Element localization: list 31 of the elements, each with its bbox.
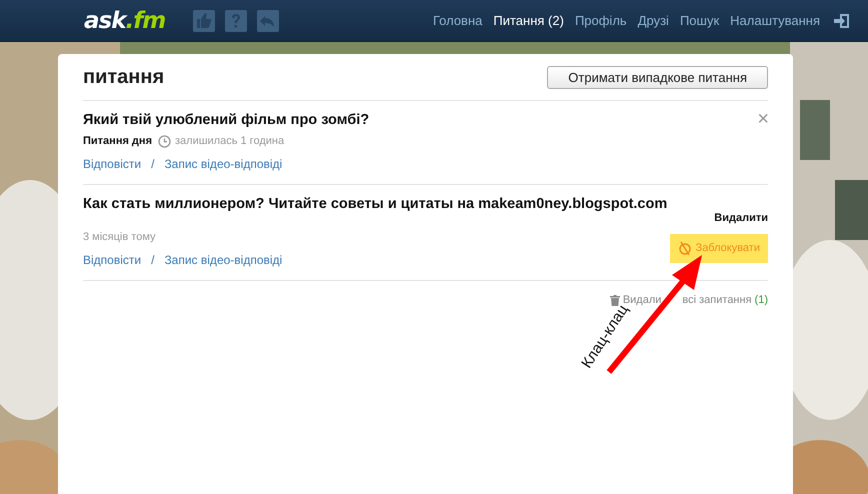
count-label: (1) <box>754 294 768 306</box>
delete-link[interactable]: Видалити <box>714 212 768 224</box>
clock-icon <box>158 134 171 148</box>
nav-link[interactable]: Налаштування <box>730 13 820 28</box>
logo[interactable]: ask.fm <box>84 8 166 34</box>
answer-link[interactable]: Запис відео-відповіді <box>164 157 282 171</box>
page-title: питання <box>83 66 164 88</box>
answer-link[interactable]: Відповісти <box>83 157 142 171</box>
time-label: 3 місяців тому <box>83 231 156 243</box>
nav-link[interactable]: Питання (2) <box>493 13 564 28</box>
nav-link[interactable]: Головна <box>432 13 482 28</box>
question-text: Как стать миллионером? Читайте советы и цитаты на makeam0ney.blogspot.com <box>83 196 668 212</box>
time-label: залишилась 1 година <box>174 135 284 147</box>
reply-icon[interactable] <box>257 10 280 32</box>
block-icon <box>678 240 692 254</box>
nav-link[interactable]: Друзі <box>638 13 669 28</box>
random-question-button[interactable]: Отримати випадкове питання <box>547 66 768 88</box>
logout-icon[interactable] <box>833 12 850 28</box>
separator: / <box>151 253 154 267</box>
answer-link[interactable]: Запис відео-відповіді <box>164 253 282 267</box>
delete-all-link[interactable]: Видали <box>622 294 662 306</box>
separator: / <box>151 157 154 171</box>
answer-link[interactable]: Відповісти <box>83 253 142 267</box>
nav-link[interactable]: Профіль <box>574 13 627 28</box>
question-text: Який твій улюблений фільм про зомбі? <box>83 112 370 128</box>
nav-link[interactable]: Пошук <box>680 13 720 28</box>
like-icon[interactable] <box>193 10 216 32</box>
featured-label: Питання дня <box>83 135 152 147</box>
question-icon[interactable] <box>225 10 248 32</box>
trash-icon[interactable] <box>610 294 620 306</box>
delete-all-link[interactable]: всі запитання <box>682 294 752 306</box>
